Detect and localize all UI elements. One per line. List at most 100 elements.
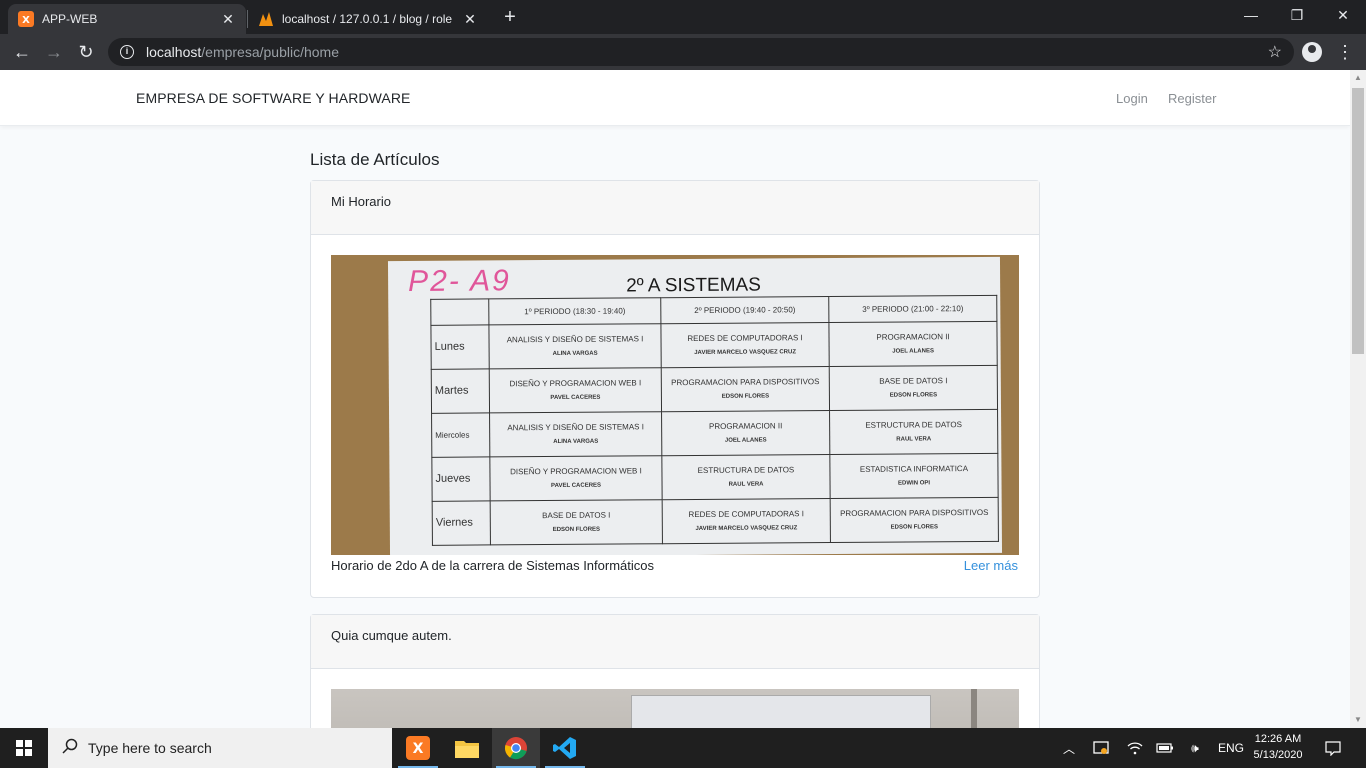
close-icon[interactable]: ✕ [462,11,478,27]
tab-phpmyadmin[interactable]: localhost / 127.0.0.1 / blog / role ✕ [248,4,488,34]
subject: BASE DE DATOS I [879,375,948,386]
corner-cell [430,298,489,326]
teacher: JOEL ALANES [892,347,934,355]
teacher: JOEL ALANES [724,437,767,444]
article-image [331,689,1019,728]
close-icon[interactable]: ✕ [220,11,236,27]
day-cell: Jueves [431,456,491,502]
taskbar-search-box[interactable]: Type here to search [48,728,392,768]
subject: ANALISIS Y DISEÑO DE SISTEMAS I [506,333,644,344]
phpmyadmin-icon [258,11,274,27]
class-cell: ESTRUCTURA DE DATOS RAUL VERA [661,454,831,500]
subject: PROGRAMACION PARA DISPOSITIVOS [671,376,820,387]
chrome-taskbar-icon[interactable] [492,728,540,768]
class-cell: ANALISIS Y DISEÑO DE SISTEMAS I ALINA VAR… [489,411,662,457]
vscode-taskbar-icon[interactable] [541,728,589,768]
show-hidden-icons-icon[interactable]: ︿ [1058,728,1080,768]
register-link[interactable]: Register [1168,91,1216,106]
scroll-down-icon[interactable]: ▼ [1350,712,1366,728]
class-cell: ESTADISTICA INFORMATICA EDWIN OPI [829,453,999,499]
teacher: JAVIER MARCELO VASQUEZ CRUZ [695,524,798,532]
subject: ESTRUCTURA DE DATOS [865,419,962,430]
minimize-icon[interactable]: — [1228,0,1274,30]
table-row: Martes DISEÑO Y PROGRAMACION WEB I PAVEL … [431,365,998,414]
teacher: EDWIN OPI [897,479,931,487]
article-card: Quia cumque autem. [310,614,1040,728]
table-row: Jueves DISEÑO Y PROGRAMACION WEB I PAVEL … [431,453,999,502]
subject: REDES DE COMPUTADORAS I [687,332,803,343]
teacher: EDSON FLORES [890,523,939,531]
page-title: Lista de Artículos [310,150,440,169]
teacher: PAVEL CACERES [551,482,602,489]
subject: PROGRAMACION II [708,420,783,431]
handwritten-note: P2- A9 [408,264,511,298]
scroll-thumb[interactable] [1352,88,1364,354]
class-cell: DISEÑO Y PROGRAMACION WEB I PAVEL CACERES [489,455,663,501]
class-cell: PROGRAMACION II JOEL ALANES [661,410,830,456]
class-cell: PROGRAMACION PARA DISPOSITIVOS EDSON FLOR… [830,497,999,543]
day-cell: Lunes [430,324,490,370]
period-header: 3º PERIODO (21:00 - 22:10) [828,295,997,323]
day-cell: Martes [431,368,490,414]
windows-start-icon[interactable] [0,728,48,768]
language-indicator[interactable]: ENG [1214,728,1248,768]
day-cell: Miercoles [431,412,490,458]
reload-icon[interactable]: ↻ [74,40,98,64]
xampp-icon: X [18,11,34,27]
subject: ANALISIS Y DISEÑO DE SISTEMAS I [507,421,644,432]
profile-avatar-icon[interactable] [1302,42,1322,62]
schedule-table: 1º PERIODO (18:30 - 19:40) 2º PERIODO (1… [430,295,999,546]
teacher: ALINA VARGAS [552,350,598,357]
article-header: Quia cumque autem. [311,615,1039,669]
restore-icon[interactable]: ❐ [1274,0,1320,30]
teacher: ALINA VARGAS [553,438,599,445]
subject: REDES DE COMPUTADORAS I [688,508,804,519]
page-scrollbar[interactable]: ▲ ▼ [1350,70,1366,728]
url-host: localhost [146,44,202,60]
brand-link[interactable]: EMPRESA DE SOFTWARE Y HARDWARE [136,90,411,106]
read-more-link[interactable]: Leer más [964,558,1018,573]
class-cell: BASE DE DATOS I EDSON FLORES [829,365,998,411]
taskbar-clock[interactable]: 12:26 AM 5/13/2020 [1248,731,1308,763]
table-row: Lunes ANALISIS Y DISEÑO DE SISTEMAS I ALI… [430,321,998,370]
xampp-taskbar-icon[interactable]: X [394,728,442,768]
schedule-paper: P2- A9 2º A SISTEMAS 1º PERIODO (18:30 -… [387,256,1003,555]
wifi-icon[interactable] [1124,728,1146,768]
class-cell: ESTRUCTURA DE DATOS RAUL VERA [829,409,998,455]
period-header: 2º PERIODO (19:40 - 20:50) [660,296,829,324]
bookmark-star-icon[interactable]: ☆ [1268,42,1282,62]
window-close-icon[interactable]: ✕ [1320,0,1366,30]
notifications-icon[interactable] [1320,728,1346,768]
url-path: /empresa/public/home [201,44,340,60]
address-bar[interactable]: i localhost/empresa/public/home ☆ [108,38,1294,66]
search-icon [62,738,78,759]
subject: DISEÑO Y PROGRAMACION WEB I [509,377,642,388]
back-arrow-icon[interactable]: ← [10,40,34,64]
scroll-up-icon[interactable]: ▲ [1350,70,1366,86]
class-cell: ANALISIS Y DISEÑO DE SISTEMAS I ALINA VAR… [488,323,662,369]
teacher: EDSON FLORES [889,391,938,399]
forward-arrow-icon[interactable]: → [42,40,66,64]
day-cell: Viernes [432,500,491,546]
action-center-app-icon[interactable] [1090,728,1112,768]
teacher: EDSON FLORES [552,526,601,533]
volume-icon[interactable]: 🕪 [1184,728,1206,768]
browser-toolbar: ← → ↻ i localhost/empresa/public/home ☆ … [0,34,1366,70]
svg-text:X: X [413,741,424,757]
tab-app-web[interactable]: X APP-WEB ✕ [8,4,246,34]
login-link[interactable]: Login [1116,91,1148,106]
file-explorer-icon[interactable] [443,728,491,768]
page-viewport: EMPRESA DE SOFTWARE Y HARDWARE Login Reg… [0,70,1350,728]
class-cell: PROGRAMACION PARA DISPOSITIVOS EDSON FLOR… [661,366,830,412]
teacher: JAVIER MARCELO VASQUEZ CRUZ [694,348,797,356]
site-navbar: EMPRESA DE SOFTWARE Y HARDWARE Login Reg… [0,70,1350,126]
class-cell: REDES DE COMPUTADORAS I JAVIER MARCELO VA… [660,322,830,368]
tab-title: APP-WEB [42,12,98,26]
menu-kebab-icon[interactable]: ⋮ [1336,40,1354,64]
site-info-icon[interactable]: i [120,45,134,59]
teacher: RAUL VERA [896,435,932,443]
clock-time: 12:26 AM [1254,733,1302,745]
new-tab-icon[interactable]: + [498,6,522,30]
subject: ESTADISTICA INFORMATICA [859,463,969,474]
battery-icon[interactable] [1154,728,1176,768]
